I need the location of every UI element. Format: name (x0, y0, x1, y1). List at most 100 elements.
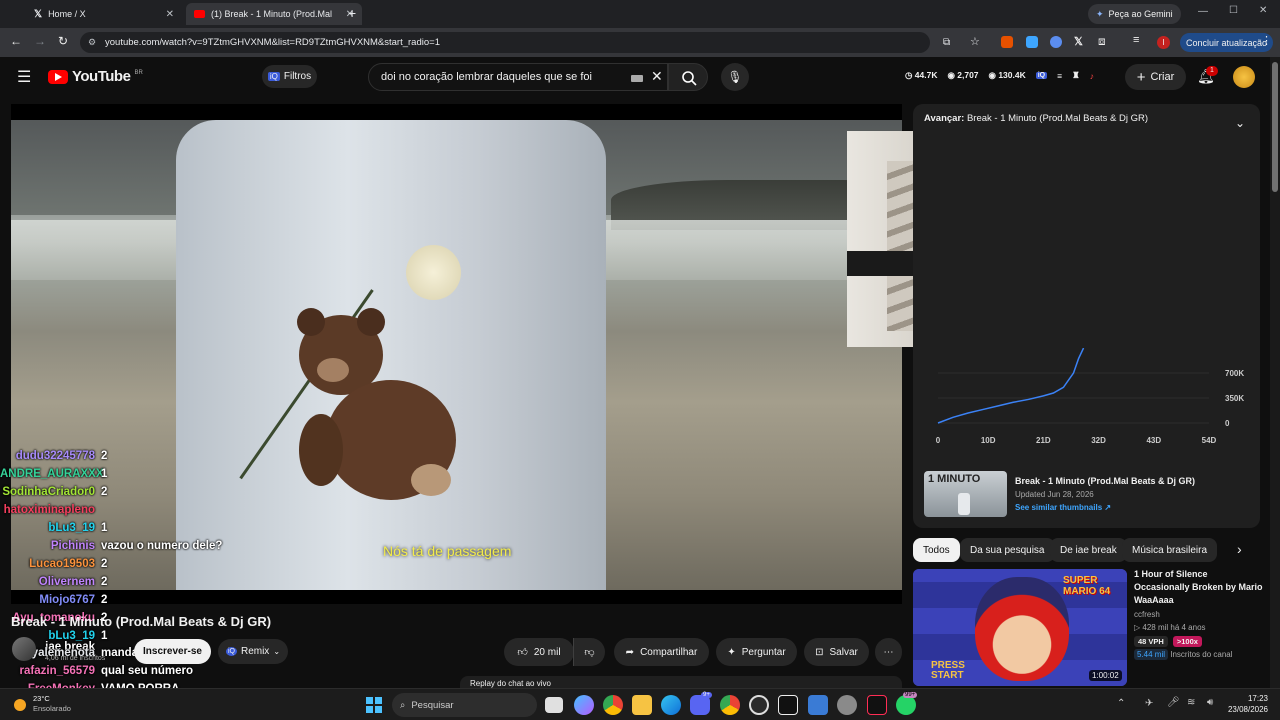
page-scrollbar[interactable] (1270, 57, 1280, 688)
like-button[interactable]: 👍︎ 20 mil (504, 638, 574, 666)
recommendation-channel[interactable]: ccfresh (1134, 610, 1160, 619)
tray-app-icon[interactable]: ✈ (1145, 698, 1153, 709)
edge-icon[interactable] (661, 695, 681, 715)
chat-username[interactable]: Pichinis (0, 540, 95, 552)
new-tab-button[interactable]: + (348, 5, 356, 21)
chat-username[interactable]: SodinhaCriador0 (0, 486, 95, 498)
browser-menu-icon[interactable]: ⋮ (1261, 34, 1272, 47)
chip-brazilian-music[interactable]: Música brasileira (1122, 538, 1218, 562)
bookmark-star-icon[interactable]: ☆ (970, 32, 980, 53)
microphone-tray-icon[interactable]: 🎤︎ (1167, 697, 1180, 708)
voice-search-button[interactable]: 🎙 (721, 63, 749, 91)
clock[interactable]: 17:23 23/08/2026 (1224, 693, 1268, 715)
copilot-icon[interactable] (574, 695, 594, 715)
expand-chevron-icon[interactable]: ⌄ (1235, 116, 1245, 130)
weather-widget[interactable]: 23°C Ensolarado (33, 694, 71, 714)
chat-username[interactable]: ANDRE_AURAXXX (0, 468, 104, 480)
share-button[interactable]: ➦ Compartilhar (614, 638, 709, 666)
channel-avatar-small[interactable] (12, 637, 36, 661)
tab-youtube-active[interactable]: (1) Break - 1 Minuto (Prod.Mal ✕ (186, 3, 362, 25)
chrome-alt-icon[interactable] (720, 695, 740, 715)
site-info-icon[interactable]: ⚙ (88, 32, 96, 53)
profile-avatar[interactable]: I (1157, 36, 1170, 49)
vph-badge: 48 VPH (1134, 636, 1168, 647)
trophy-icon[interactable]: ♜ (1072, 70, 1080, 81)
settings-gear-icon[interactable] (837, 695, 857, 715)
volume-icon[interactable]: 🔊︎ (1207, 697, 1213, 708)
capcut-icon[interactable] (778, 695, 798, 715)
bell-extension-icon[interactable]: ♪ (1090, 71, 1094, 81)
minimize-button[interactable]: — (1198, 6, 1208, 17)
more-actions-button[interactable]: ⋯ (875, 638, 902, 666)
see-similar-link[interactable]: See similar thumbnails ↗ (1015, 503, 1111, 512)
tray-chevron-icon[interactable]: ⌃ (1117, 698, 1125, 709)
keyboard-icon[interactable] (631, 75, 643, 82)
temperature: 23°C (33, 694, 50, 703)
wifi-icon[interactable]: ≋ (1187, 697, 1195, 708)
tiktok-icon[interactable] (867, 695, 887, 715)
chat-username[interactable]: hatoximinapleno (0, 504, 95, 516)
extensions-puzzle-icon[interactable]: ⧈ (1098, 34, 1106, 49)
chat-username[interactable]: Miojo6767 (0, 594, 95, 606)
extension-orange-icon[interactable] (1001, 36, 1013, 48)
update-button[interactable]: Concluir atualização (1180, 33, 1274, 52)
chat-username[interactable]: bLu3_19 (0, 522, 95, 534)
sun-weather-icon[interactable] (14, 699, 26, 711)
whatsapp-icon[interactable] (896, 695, 916, 715)
media-queue-icon[interactable]: ≡ (1133, 34, 1139, 46)
like-count: 20 mil (533, 646, 561, 658)
taskbar-search[interactable]: ⌕ Pesquisar (392, 693, 537, 717)
extension-blue-icon[interactable] (1026, 36, 1038, 48)
chat-username[interactable]: rafazin_56579 (0, 665, 95, 677)
obs-icon[interactable] (749, 695, 769, 715)
task-view-icon[interactable] (545, 697, 563, 713)
dislike-button[interactable]: 👎︎ (573, 638, 605, 666)
youtube-logo[interactable]: YouTube BR (48, 68, 143, 85)
scrollbar-thumb[interactable] (1272, 62, 1278, 192)
ask-button[interactable]: ✦ Perguntar (716, 638, 797, 666)
extension-round-icon[interactable] (1050, 36, 1062, 48)
search-button[interactable] (668, 63, 708, 91)
chat-username[interactable]: dudu32245778 (0, 450, 95, 462)
chip-from-search[interactable]: Da sua pesquisa (960, 538, 1055, 562)
chat-username[interactable]: Olivernem (0, 576, 95, 588)
forward-arrow-icon[interactable]: → (34, 34, 46, 48)
video-card-thumbnail[interactable]: 1 MINUTO (924, 471, 1007, 517)
maximize-button[interactable]: ☐ (1229, 5, 1238, 16)
list-icon[interactable]: ≡ (1057, 71, 1062, 81)
chat-username[interactable]: Lucao19503 (0, 558, 95, 570)
back-arrow-icon[interactable]: ← (10, 34, 22, 48)
vidiq-icon[interactable]: iQ (1035, 72, 1048, 79)
save-button[interactable]: ⊡ Salvar (804, 638, 869, 666)
search-input[interactable]: doi no coração lembrar daqueles que se f… (368, 63, 668, 91)
reload-icon[interactable]: ↻ (58, 34, 68, 48)
chat-replay-panel[interactable]: Replay do chat ao vivo (460, 676, 902, 688)
chip-todos[interactable]: Todos (913, 538, 960, 562)
subscribe-button[interactable]: Inscrever-se (134, 639, 211, 664)
chip-from-channel[interactable]: De iae break (1050, 538, 1127, 562)
filters-button[interactable]: iQ Filtros (262, 65, 317, 88)
clear-search-icon[interactable]: ✕ (651, 68, 663, 85)
app-blue-icon[interactable] (808, 695, 828, 715)
address-field[interactable]: ⚙ youtube.com/watch?v=9TZtmGHVXNM&list=R… (80, 32, 980, 53)
channel-avatar[interactable] (1233, 66, 1255, 88)
remix-button[interactable]: iQ Remix ⌄ (218, 639, 288, 664)
file-explorer-icon[interactable] (632, 695, 652, 715)
chrome-icon[interactable] (603, 695, 623, 715)
x-extension-icon[interactable]: 𝕏 (1074, 35, 1083, 48)
gemini-button[interactable]: ✦ Peça ao Gemini (1088, 4, 1181, 24)
close-window-button[interactable]: ✕ (1259, 5, 1267, 16)
discord-icon[interactable] (690, 695, 710, 715)
install-icon[interactable]: ⧉ (943, 32, 950, 53)
hamburger-menu-icon[interactable]: ☰ (17, 67, 31, 87)
recommendation-thumbnail[interactable]: SUPER MARIO 64 PRESS START 1:00:02 (913, 569, 1127, 686)
recommendation-title[interactable]: 1 Hour of Silence Occasionally Broken by… (1134, 568, 1264, 607)
up-next-header[interactable]: Avançar: Break - 1 Minuto (Prod.Mal Beat… (924, 113, 1148, 124)
windows-start-icon[interactable] (366, 697, 382, 713)
more-dots-icon: ⋯ (883, 646, 894, 658)
create-button[interactable]: + Criar (1125, 64, 1186, 90)
tab-home-x[interactable]: 𝕏 Home / X ✕ (26, 3, 182, 25)
chips-next-arrow-icon[interactable]: › (1237, 541, 1242, 557)
chat-message: Pichinis vazou o numero dele? (0, 537, 223, 555)
close-tab-icon[interactable]: ✕ (166, 9, 174, 20)
